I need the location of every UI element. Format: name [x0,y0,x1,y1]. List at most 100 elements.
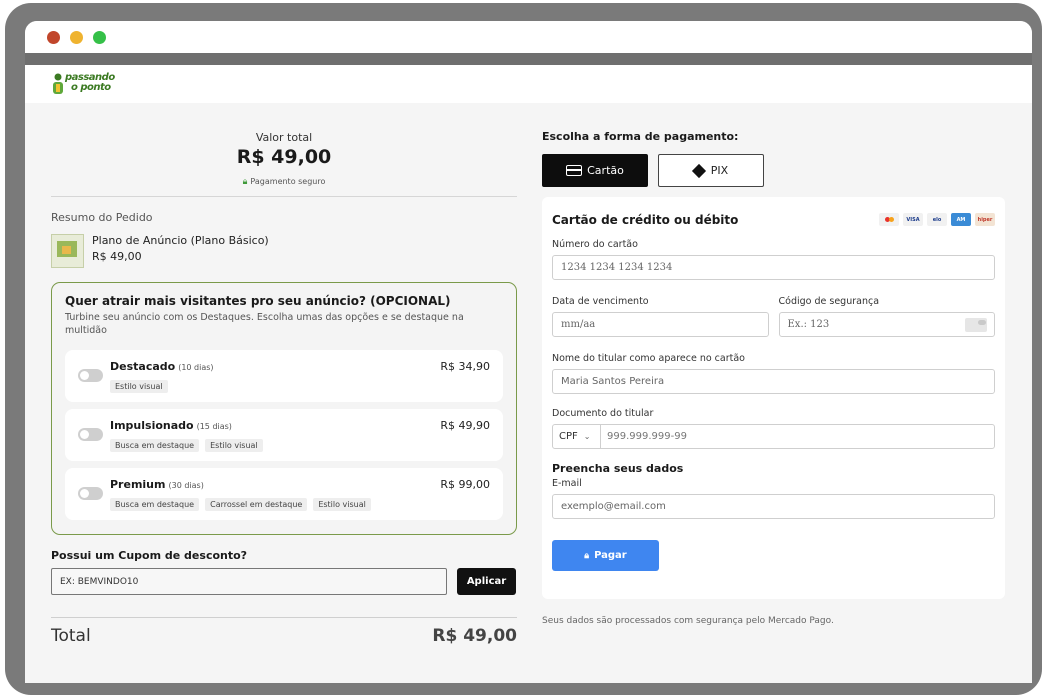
option-tags: Estilo visual [110,380,168,393]
amex-icon: AM [951,213,971,226]
document-label: Documento do titular [552,408,654,419]
lock-icon: 🔒︎ [242,177,248,187]
expiry-label: Data de vencimento [552,296,649,307]
divider [51,617,517,618]
coupon-label: Possui um Cupom de desconto? [51,549,248,562]
product-price: R$ 49,00 [92,250,142,263]
cvv-placeholder: Ex.: 123 [787,319,830,330]
option-name: Destacado (10 dias) [110,360,214,373]
option-tag: Busca em destaque [110,439,200,452]
toggle-switch[interactable] [78,369,103,382]
site-logo[interactable]: passando o ponto [51,72,115,96]
option-tag: Busca em destaque [110,498,200,511]
holder-name-label: Nome do titular como aparece no cartão [552,353,745,364]
logo-line-2: o ponto [71,82,111,93]
upsell-option-destacado[interactable]: Destacado (10 dias) R$ 34,90 Estilo visua… [65,350,503,402]
payment-method-title: Escolha a forma de pagamento: [542,130,739,143]
document-number-input[interactable]: 999.999.999-99 [601,425,994,448]
expiry-input[interactable]: mm/aa [552,312,769,337]
payment-column: Escolha a forma de pagamento: Cartão PIX… [542,103,1007,626]
device-frame: passando o ponto Valor total R$ 49,00 🔒︎… [5,3,1042,695]
cvv-label: Código de segurança [778,296,880,307]
option-duration: (10 dias) [178,363,214,372]
document-type-value: CPF [559,431,578,442]
elo-icon: elo [927,213,947,226]
option-title: Destacado [110,360,176,373]
security-footer-note: Seus dados são processados com segurança… [542,616,834,626]
apply-coupon-button[interactable]: Aplicar [457,568,516,595]
visa-icon: VISA [903,213,923,226]
tab-card[interactable]: Cartão [542,154,648,187]
tab-pix[interactable]: PIX [658,154,764,187]
payment-method-tabs: Cartão PIX [542,154,1007,187]
document-type-select[interactable]: CPF ⌄ [553,425,601,448]
order-summary-title: Resumo do Pedido [51,211,153,224]
product-name: Plano de Anúncio (Plano Básico) [92,234,269,247]
optional-upsell-box: Quer atrair mais visitantes pro seu anún… [51,282,517,535]
order-product: Plano de Anúncio (Plano Básico) R$ 49,00 [51,234,517,268]
minimize-window-button[interactable] [70,31,83,44]
option-price: R$ 99,00 [440,478,490,491]
coupon-row: EX: BEMVINDO10 Aplicar [51,568,517,595]
upsell-title: Quer atrair mais visitantes pro seu anún… [65,294,451,308]
option-title: Impulsionado [110,419,194,432]
option-tag: Estilo visual [110,380,168,393]
logo-person-icon [53,73,63,94]
option-duration: (15 dias) [196,422,232,431]
email-label: E-mail [552,478,582,489]
email-input[interactable]: exemplo@email.com [552,494,995,519]
option-name: Impulsionado (15 dias) [110,419,232,432]
option-tags: Busca em destaque Estilo visual [110,439,263,452]
option-title: Premium [110,478,166,491]
option-price: R$ 49,90 [440,419,490,432]
window-titlebar [25,21,1032,65]
upsell-option-impulsionado[interactable]: Impulsionado (15 dias) R$ 49,90 Busca em … [65,409,503,461]
pay-button[interactable]: 🔒︎ Pagar [552,540,659,571]
close-window-button[interactable] [47,31,60,44]
card-back-icon [965,318,987,332]
option-tag: Estilo visual [205,439,263,452]
credit-card-icon [566,165,583,176]
option-tags: Busca em destaque Carrossel em destaque … [110,498,371,511]
total-block: Valor total R$ 49,00 🔒︎ Pagamento seguro [51,103,517,187]
total-value: R$ 49,00 [236,146,332,168]
product-thumbnail [51,234,84,268]
card-brands: VISA elo AM hiper [879,213,995,226]
browser-window: passando o ponto Valor total R$ 49,00 🔒︎… [25,21,1032,683]
total-label: Valor total [255,131,313,144]
grand-total-value: R$ 49,00 [432,626,517,646]
option-tag: Carrossel em destaque [205,498,308,511]
tab-card-label: Cartão [587,164,624,177]
mastercard-icon [879,213,899,226]
divider [51,196,517,197]
holder-name-input[interactable]: Maria Santos Pereira [552,369,995,394]
grand-total: Total R$ 49,00 [51,626,517,646]
fill-data-title: Preencha seus dados [552,462,684,475]
order-column: Valor total R$ 49,00 🔒︎ Pagamento seguro … [51,103,517,646]
hipercard-icon: hiper [975,213,995,226]
option-tag: Estilo visual [313,498,371,511]
option-name: Premium (30 dias) [110,478,204,491]
card-number-label: Número do cartão [552,239,638,250]
secure-payment-label: Pagamento seguro [250,177,326,186]
toggle-switch[interactable] [78,487,103,500]
expiry-cvv-row: Data de vencimento mm/aa Código de segur… [552,280,995,337]
option-price: R$ 34,90 [440,360,490,373]
card-payment-form: Cartão de crédito ou débito VISA elo AM … [542,197,1005,599]
pay-button-label: Pagar [594,550,627,561]
toggle-switch[interactable] [78,428,103,441]
secure-payment-note: 🔒︎ Pagamento seguro [51,177,517,187]
cvv-input[interactable]: Ex.: 123 [778,312,995,337]
card-number-input[interactable]: 1234 1234 1234 1234 [552,255,995,280]
option-duration: (30 dias) [168,481,204,490]
coupon-input[interactable]: EX: BEMVINDO10 [51,568,447,595]
maximize-window-button[interactable] [93,31,106,44]
pix-icon [691,163,706,178]
grand-total-label: Total [51,626,91,646]
logo-text: passando o ponto [65,73,115,93]
upsell-subtitle: Turbine seu anúncio com os Destaques. Es… [65,312,464,336]
lock-icon: 🔒︎ [584,550,590,561]
chevron-down-icon: ⌄ [583,432,591,441]
upsell-option-premium[interactable]: Premium (30 dias) R$ 99,00 Busca em desta… [65,468,503,520]
site-header: passando o ponto [25,65,1032,103]
